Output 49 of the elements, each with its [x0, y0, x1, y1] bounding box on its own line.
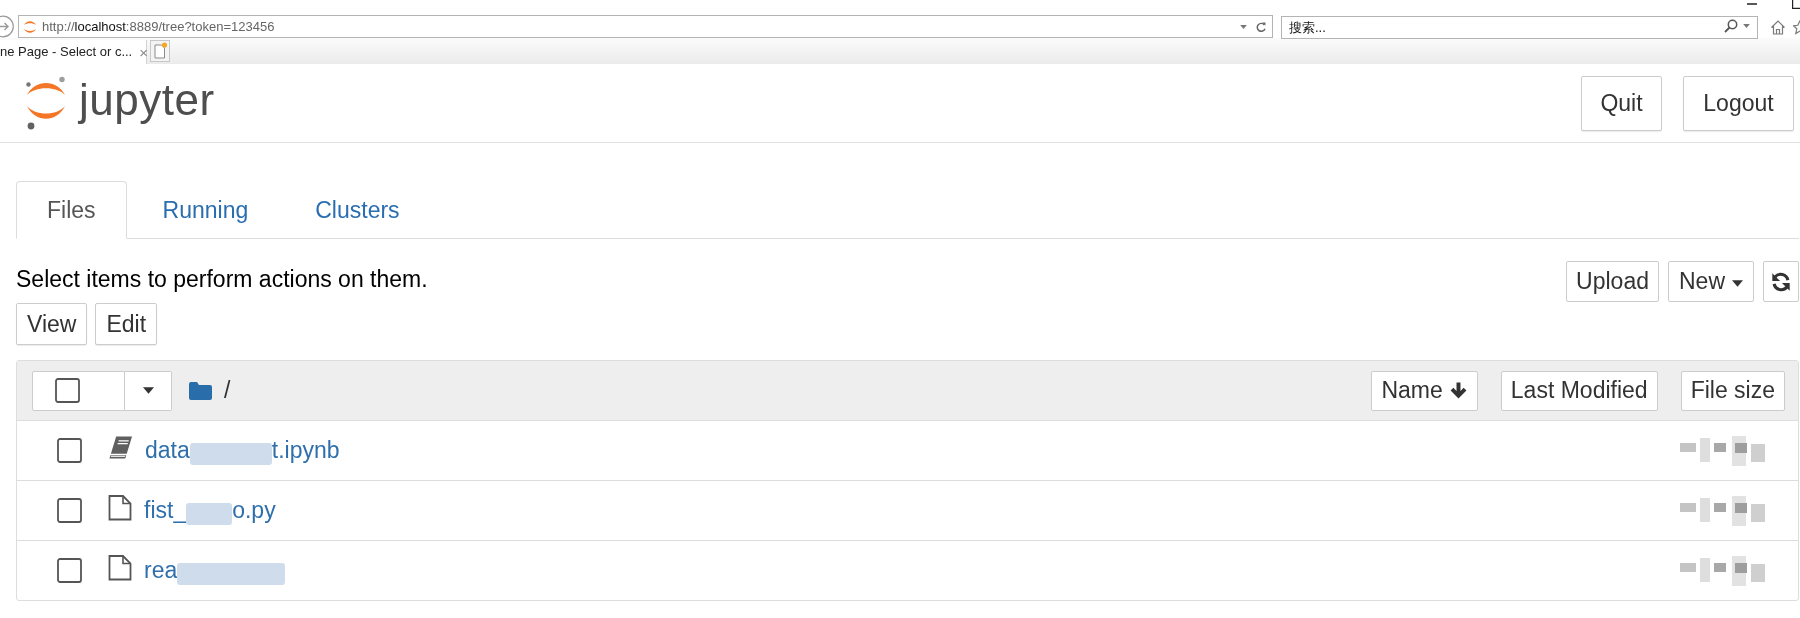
logo-icon	[25, 76, 67, 130]
file-icon	[108, 554, 132, 581]
logo-icon	[23, 19, 37, 34]
sort-button[interactable]: Last Modified	[1500, 370, 1658, 411]
file-name-link[interactable]: fist_	[144, 493, 187, 528]
refresh-icon[interactable]	[1770, 270, 1792, 293]
logout-button[interactable]: Logout	[1683, 75, 1794, 131]
back-arrow-icon[interactable]	[0, 15, 15, 38]
file-icon	[108, 494, 132, 521]
arrow-down-icon	[1448, 381, 1468, 400]
tab[interactable]: Clusters	[284, 181, 431, 239]
file-name-link[interactable]: rea	[144, 553, 178, 588]
book-icon	[108, 435, 133, 460]
select-all-button[interactable]	[32, 370, 125, 411]
quit-button[interactable]: Quit	[1581, 75, 1662, 131]
caret-icon[interactable]	[1732, 279, 1743, 287]
close-tab-button[interactable]: ×	[139, 44, 148, 60]
file-name-link[interactable]: t.ipynb	[271, 433, 340, 468]
new-button[interactable]: New	[1668, 261, 1754, 302]
blurred-text	[186, 502, 233, 525]
view-button[interactable]: View	[16, 303, 88, 345]
file-name-link[interactable]: data	[145, 433, 190, 468]
edit-button[interactable]: Edit	[95, 303, 158, 345]
browser-tab[interactable]: ne Page - Select or c... ×	[0, 40, 147, 64]
home-icon[interactable]	[1770, 18, 1786, 35]
tab-title: ne Page - Select or c...	[0, 43, 133, 62]
url-text: http://localhost:8889/tree?token=123456	[42, 17, 275, 36]
checkbox[interactable]	[57, 558, 82, 583]
caret-icon[interactable]	[142, 387, 154, 394]
sort-button[interactable]: Name	[1371, 370, 1478, 411]
instruction-text: Select items to perform actions on them.	[16, 265, 428, 294]
address-field[interactable]: http://localhost:8889/tree?token=123456	[18, 15, 1273, 38]
sort-button[interactable]: File size	[1680, 370, 1785, 411]
maximize-icon[interactable]	[1792, 0, 1800, 9]
new-tab-icon[interactable]	[150, 40, 170, 62]
tab[interactable]: Running	[131, 181, 280, 239]
refresh-button[interactable]	[1763, 261, 1799, 302]
checkbox[interactable]	[55, 378, 80, 403]
refresh-icon[interactable]	[1255, 20, 1267, 33]
tab[interactable]: Files	[16, 181, 127, 239]
search-icon[interactable]	[1724, 19, 1738, 33]
breadcrumb-link[interactable]: /	[224, 373, 231, 408]
checkbox[interactable]	[57, 438, 82, 463]
checkbox[interactable]	[57, 498, 82, 523]
logo-text: jupyter	[79, 78, 215, 122]
file-name-link[interactable]: o.py	[232, 493, 276, 528]
search-field[interactable]: 搜索...	[1281, 16, 1758, 39]
folder-icon[interactable]	[189, 381, 212, 400]
upload-button[interactable]: Upload	[1566, 261, 1659, 302]
